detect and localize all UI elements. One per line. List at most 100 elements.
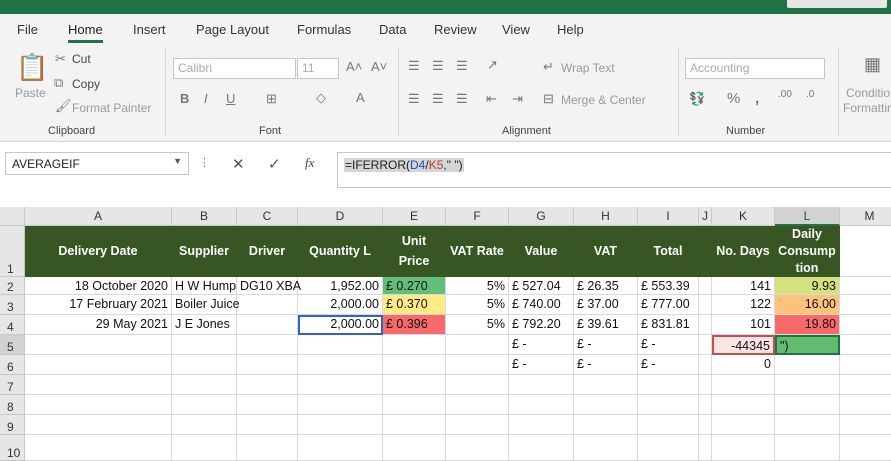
cell[interactable]: [699, 335, 712, 355]
increase-decimal-icon[interactable]: .00: [778, 89, 792, 100]
cell[interactable]: [446, 415, 509, 435]
cell[interactable]: [509, 415, 574, 435]
cell[interactable]: [574, 395, 638, 415]
column-header-m[interactable]: M: [840, 207, 891, 226]
cell[interactable]: [172, 395, 237, 415]
cell[interactable]: [775, 395, 840, 415]
cell[interactable]: [775, 355, 840, 375]
cancel-icon[interactable]: ✕: [232, 155, 245, 173]
cell[interactable]: [298, 375, 383, 395]
cell[interactable]: [298, 355, 383, 375]
tab-insert[interactable]: Insert: [133, 22, 166, 37]
cell[interactable]: [383, 355, 446, 375]
paste-button[interactable]: Paste: [15, 86, 46, 100]
tab-formulas[interactable]: Formulas: [297, 22, 351, 37]
cell-k3[interactable]: 122: [712, 295, 775, 315]
cell[interactable]: [699, 395, 712, 415]
cell[interactable]: [775, 375, 840, 395]
cell[interactable]: [699, 315, 712, 335]
select-all-corner[interactable]: [0, 207, 25, 226]
cell[interactable]: [25, 375, 172, 395]
cell[interactable]: [25, 435, 172, 461]
cell[interactable]: [509, 395, 574, 415]
tab-view[interactable]: View: [502, 22, 530, 37]
cell[interactable]: [699, 415, 712, 435]
column-header-i[interactable]: I: [638, 207, 699, 226]
row-header-9[interactable]: 9: [0, 415, 25, 435]
cell[interactable]: [446, 375, 509, 395]
cell-h6[interactable]: £ -: [574, 355, 638, 375]
cell-e4[interactable]: £ 0.396: [383, 315, 446, 335]
cell-h3[interactable]: £ 37.00: [574, 295, 638, 315]
underline-icon[interactable]: U: [226, 91, 235, 106]
header-d[interactable]: Quantity L: [298, 226, 383, 277]
tab-review[interactable]: Review: [434, 22, 477, 37]
italic-icon[interactable]: I: [204, 91, 208, 106]
cell[interactable]: [775, 435, 840, 461]
cell-k5[interactable]: -44345: [712, 335, 775, 355]
bottom-align-icon[interactable]: ☰: [456, 58, 468, 74]
cell-i5[interactable]: £ -: [638, 335, 699, 355]
cell[interactable]: [298, 395, 383, 415]
increase-indent-icon[interactable]: ⇥: [512, 91, 523, 107]
format-painter-button[interactable]: Format Painter: [72, 101, 151, 115]
column-header-j[interactable]: J: [699, 207, 712, 226]
cell[interactable]: [840, 375, 891, 395]
header-daily-consumption[interactable]: Daily Consump tion: [775, 226, 840, 277]
cell[interactable]: [699, 295, 712, 315]
cell-g6[interactable]: £ -: [509, 355, 574, 375]
column-header-g[interactable]: G: [509, 207, 574, 226]
bold-icon[interactable]: B: [180, 91, 189, 106]
comma-icon[interactable]: ,: [755, 90, 759, 107]
cell-g4[interactable]: £ 792.20: [509, 315, 574, 335]
column-header-a[interactable]: A: [25, 207, 172, 226]
row-header-7[interactable]: 7: [0, 375, 25, 395]
header-a[interactable]: Delivery Date: [25, 226, 172, 277]
cell-a4[interactable]: 29 May 2021: [25, 315, 172, 335]
top-align-icon[interactable]: ☰: [408, 58, 420, 74]
enter-check-icon[interactable]: ✓: [268, 155, 281, 173]
cell-c2[interactable]: DG10 XBA: [237, 277, 301, 295]
cell-h4[interactable]: £ 39.61: [574, 315, 638, 335]
tab-file[interactable]: File: [17, 22, 38, 37]
row-header-5[interactable]: 5: [0, 335, 25, 355]
tab-data[interactable]: Data: [379, 22, 406, 37]
center-icon[interactable]: ☰: [432, 91, 444, 107]
middle-align-icon[interactable]: ☰: [432, 58, 444, 74]
cell-l2[interactable]: 9.93: [775, 277, 840, 295]
cell[interactable]: [840, 277, 891, 295]
cell[interactable]: [172, 415, 237, 435]
column-header-e[interactable]: E: [383, 207, 446, 226]
cell-k2[interactable]: 141: [712, 277, 775, 295]
cell-i2[interactable]: £ 553.39: [638, 277, 699, 295]
cell[interactable]: [509, 435, 574, 461]
cell-b2[interactable]: H W Hump: [172, 277, 237, 295]
cell-a2[interactable]: 18 October 2020: [25, 277, 172, 295]
header-j[interactable]: [699, 226, 712, 277]
cell[interactable]: [25, 415, 172, 435]
header-f[interactable]: VAT Rate: [446, 226, 509, 277]
cell[interactable]: [840, 395, 891, 415]
cell[interactable]: [383, 415, 446, 435]
cell[interactable]: [699, 375, 712, 395]
cell-g3[interactable]: £ 740.00: [509, 295, 574, 315]
percent-icon[interactable]: %: [727, 90, 740, 107]
cell-h5[interactable]: £ -: [574, 335, 638, 355]
header-g[interactable]: Value: [509, 226, 574, 277]
cell-d3[interactable]: 2,000.00: [298, 295, 383, 315]
cell[interactable]: [699, 277, 712, 295]
copy-button[interactable]: Copy: [72, 77, 100, 91]
cell[interactable]: [237, 355, 298, 375]
cell[interactable]: [25, 355, 172, 375]
decrease-indent-icon[interactable]: ⇤: [486, 91, 497, 107]
conditional-formatting-button[interactable]: Conditio: [846, 86, 890, 100]
cell[interactable]: [840, 315, 891, 335]
row-header-8[interactable]: 8: [0, 395, 25, 415]
cell[interactable]: [383, 335, 446, 355]
cell[interactable]: [383, 375, 446, 395]
number-format-select[interactable]: Accounting: [685, 58, 825, 79]
cell-h2[interactable]: £ 26.35: [574, 277, 638, 295]
chevron-down-icon[interactable]: ▼: [173, 156, 182, 166]
cell[interactable]: [25, 395, 172, 415]
cell-f3[interactable]: 5%: [446, 295, 509, 315]
